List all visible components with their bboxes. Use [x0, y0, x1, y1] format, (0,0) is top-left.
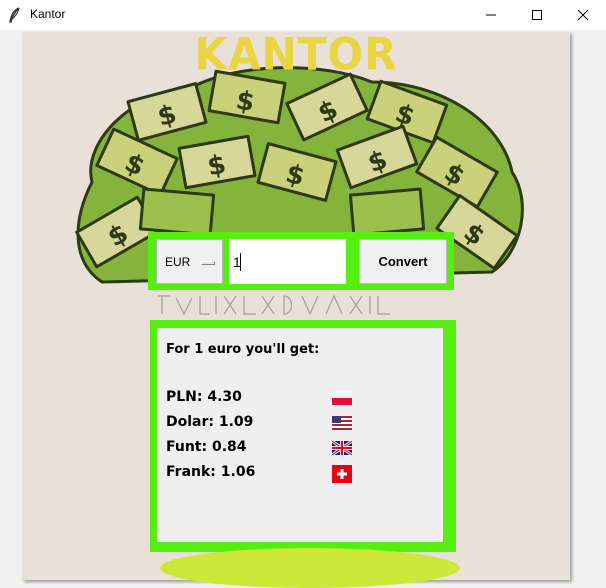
- maximize-icon: [532, 10, 542, 20]
- feather-icon: [9, 7, 20, 23]
- minimize-icon: [486, 14, 496, 16]
- text-cursor: [240, 253, 241, 271]
- usa-flag-icon: [332, 416, 352, 430]
- result-panel: For 1 euro you'll get: PLN: 4.30 Dolar: …: [157, 328, 443, 542]
- maximize-button[interactable]: [514, 0, 560, 30]
- uk-flag-icon: [332, 441, 352, 455]
- close-icon: [578, 10, 588, 20]
- kantor-logo: KANTOR: [194, 32, 398, 81]
- switzerland-flag-icon: [332, 465, 352, 483]
- currency-dropdown[interactable]: EUR: [156, 239, 223, 284]
- convert-button[interactable]: Convert: [359, 239, 447, 284]
- poland-flag-icon: [332, 391, 352, 405]
- title-bar: Kantor: [0, 0, 606, 30]
- rate-row-funt: Funt: 0.84: [166, 439, 247, 455]
- currency-dropdown-value: EUR: [165, 255, 191, 269]
- amount-input[interactable]: [229, 239, 346, 284]
- minimize-button[interactable]: [468, 0, 514, 30]
- decorative-ellipse: [160, 548, 460, 588]
- rate-row-frank: Frank: 1.06: [166, 464, 256, 480]
- dropdown-indicator-icon: [201, 261, 215, 265]
- close-button[interactable]: [560, 0, 606, 30]
- rate-row-pln: PLN: 4.30: [166, 389, 242, 405]
- ghost-text-artifact: [158, 294, 390, 316]
- rate-row-dolar: Dolar: 1.09: [166, 414, 254, 430]
- window-title: Kantor: [30, 7, 66, 21]
- result-heading: For 1 euro you'll get:: [166, 342, 320, 357]
